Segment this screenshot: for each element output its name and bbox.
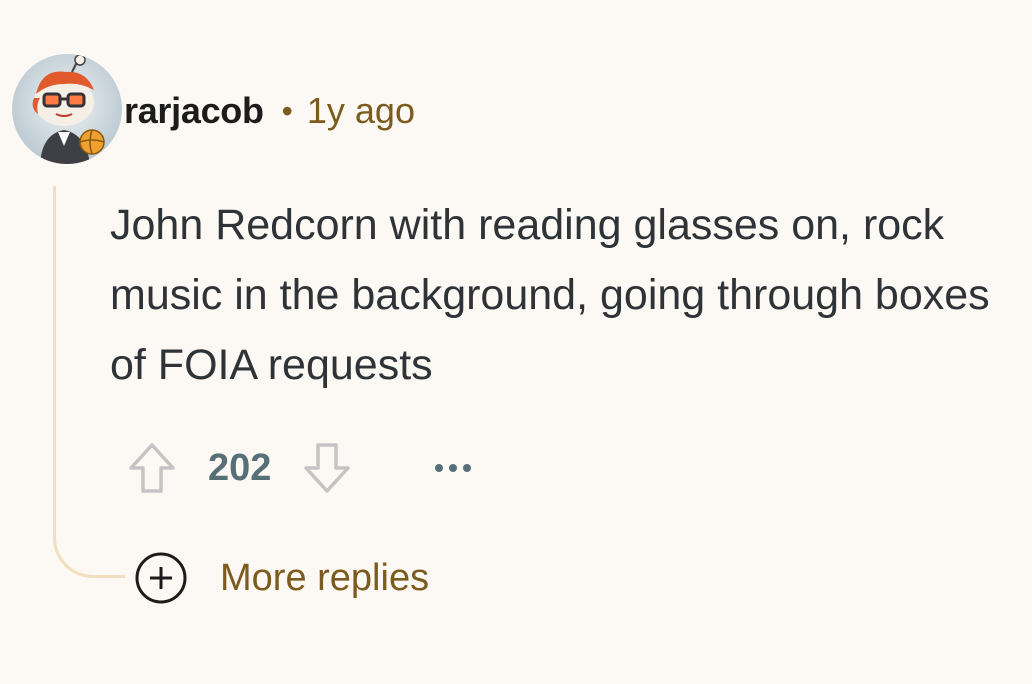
comment-meta: rarjacob • 1y ago bbox=[124, 88, 415, 134]
snoo-avatar-icon bbox=[12, 54, 122, 164]
ellipsis-icon bbox=[435, 464, 472, 472]
downvote-button[interactable] bbox=[295, 436, 359, 500]
upvote-button[interactable] bbox=[120, 436, 184, 500]
plus-circle-icon bbox=[134, 551, 188, 605]
comment-age[interactable]: 1y ago bbox=[307, 90, 415, 132]
more-options-button[interactable] bbox=[429, 444, 477, 492]
comment-action-bar: 202 bbox=[120, 436, 477, 500]
avatar[interactable] bbox=[12, 54, 122, 164]
comment-thread: rarjacob • 1y ago John Redcorn with read… bbox=[0, 0, 1032, 684]
meta-separator: • bbox=[281, 92, 293, 129]
arrow-up-outline-icon bbox=[129, 443, 175, 493]
vote-score: 202 bbox=[208, 446, 272, 489]
more-replies-label: More replies bbox=[220, 556, 430, 599]
comment-body: John Redcorn with reading glasses on, ro… bbox=[110, 201, 990, 389]
username-link[interactable]: rarjacob bbox=[124, 90, 264, 132]
arrow-down-outline-icon bbox=[304, 443, 351, 493]
more-replies-button[interactable]: More replies bbox=[134, 551, 429, 605]
